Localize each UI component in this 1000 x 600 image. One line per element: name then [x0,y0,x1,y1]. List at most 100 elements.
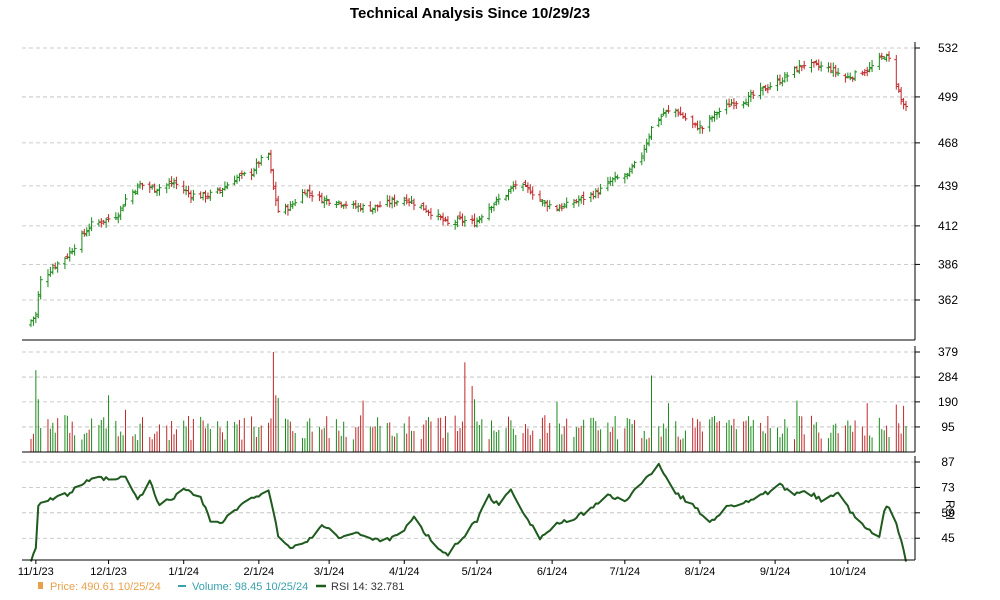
price-bar [186,185,191,198]
price-bar [894,54,899,90]
price-bar [487,203,492,221]
price-bar [649,126,654,141]
x-tick-labels: 11/1/23 12/1/23 1/1/24 2/1/24 3/1/24 4/1/24 5/… [18,560,866,578]
price-bar [135,183,140,195]
price-bar [208,189,213,201]
price-bar [511,181,516,192]
price-bar [302,189,307,195]
price-bar [259,154,264,166]
price-tick-label: 532 [938,41,958,55]
panel-frames [22,42,916,561]
price-bar [271,168,276,190]
price-bar [319,192,324,204]
price-bar [268,149,273,174]
technical-analysis-chart: Technical Analysis Since 10/29/23 362 386… [18,5,958,593]
price-bar [419,204,424,210]
price-bar [724,99,729,115]
price-bar [707,114,712,132]
price-bar [470,215,475,225]
x-tick-label: 10/1/24 [829,566,866,578]
price-bar [576,195,581,207]
price-bar [322,196,327,209]
price-tick-label: 362 [938,293,958,307]
price-tick-label: 439 [938,179,958,193]
price-panel-grid [22,47,915,301]
price-bar [661,108,666,116]
x-tick-label: 9/1/24 [760,566,791,578]
x-tick-label: 8/1/24 [685,566,716,578]
price-bar [571,198,576,209]
price-bar [860,70,865,76]
price-bar [545,199,550,212]
price-bar [273,181,278,206]
x-tick-label: 1/1/24 [168,566,199,578]
price-bar [455,215,460,228]
price-bar [811,61,816,68]
price-bar [591,190,596,200]
price-bar [843,73,848,83]
price-bar [765,84,770,94]
price-bar [865,66,870,77]
price-bar [123,194,128,207]
price-bar [172,178,177,189]
price-bar [879,52,884,60]
price-bar [710,115,715,123]
rsi-axis-label: RSI [943,500,957,520]
price-bar [809,59,814,73]
price-bar [828,62,833,74]
price-bar [237,173,242,182]
price-bar [639,152,644,166]
price-bar [794,65,799,73]
price-bar [659,113,664,126]
price-bar [867,62,872,73]
price-bar [140,182,145,190]
price-bar [438,214,443,221]
price-tick-label: 412 [938,219,958,233]
price-bar [79,230,84,253]
volume-tick-label: 95 [941,420,955,434]
price-bar [106,213,111,223]
price-bar [521,182,526,192]
price-bar [235,174,240,184]
price-bar [404,194,409,205]
price-bar [62,256,67,270]
price-bar [130,189,135,205]
legend-volume-label: Volume: 98.45 10/25/24 [192,581,308,593]
price-bar [84,227,89,237]
price-bar [133,189,138,195]
legend: Price: 490.61 10/25/24 Volume: 98.45 10/… [38,581,404,593]
price-bar [411,198,416,211]
price-bar [38,276,43,300]
x-tick-label: 7/1/24 [610,566,641,578]
price-bar [339,201,344,208]
price-bar [394,200,399,206]
price-bar [642,144,647,162]
price-bar [152,183,157,193]
rsi-tick-label: 73 [941,480,955,494]
price-bar [458,211,463,221]
price-bar [256,160,261,168]
price-bar [361,203,366,213]
price-bar [833,64,838,78]
price-bar [249,168,254,181]
price-bar [727,98,732,108]
price-bar [358,203,363,212]
price-bar [72,244,77,256]
legend-price-swatch [38,582,43,589]
price-bar [581,191,586,205]
price-bar [392,194,397,208]
price-bar [816,59,821,71]
x-tick-label: 5/1/24 [462,566,493,578]
price-bar [547,200,552,210]
price-bar [215,187,220,194]
price-bar [853,70,858,82]
price-bar [251,167,256,178]
volume-panel-grid [22,351,915,428]
price-bar [201,191,206,201]
price-tick-label: 468 [938,136,958,150]
price-bar [324,195,329,205]
y-tick-labels: 3623864124394684995329519028437945597387 [915,41,958,545]
price-bar [562,202,567,209]
price-bar [559,203,564,212]
price-bar [870,60,875,73]
